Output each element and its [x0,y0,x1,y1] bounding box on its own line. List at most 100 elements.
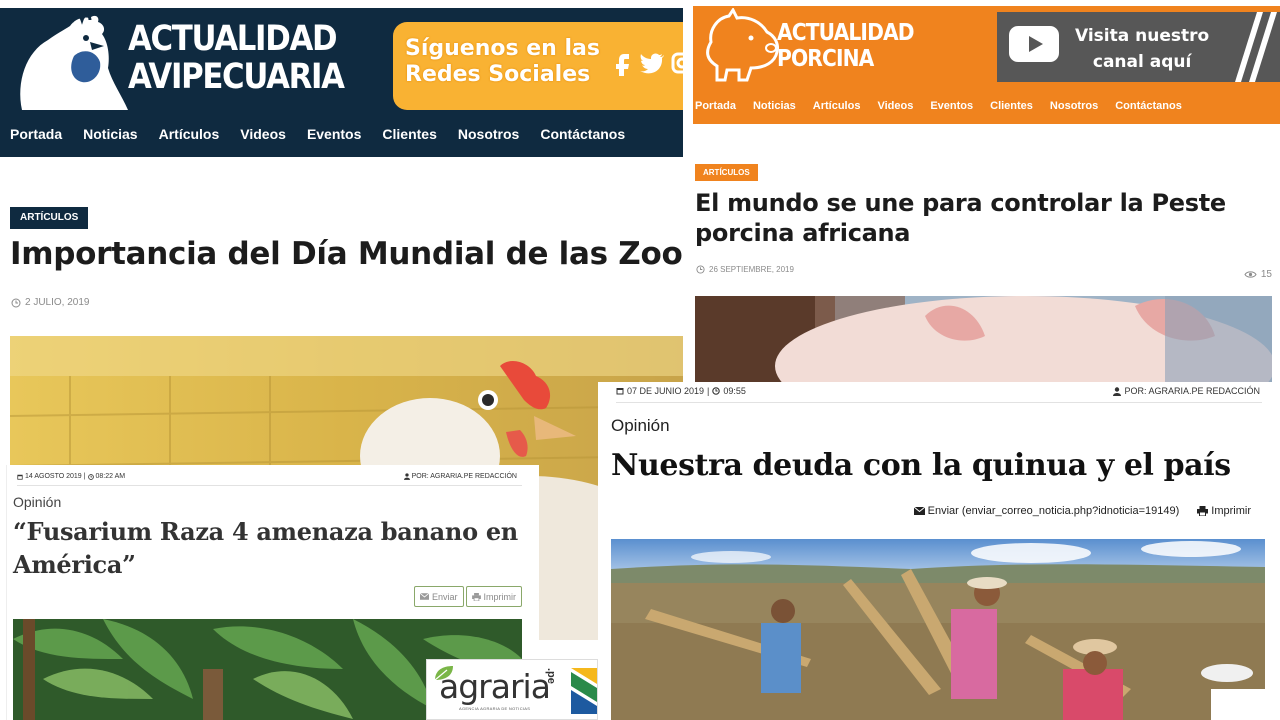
porcina-header: ACTUALIDAD PORCINA Visita nuestro canal … [693,6,1280,88]
agraria-flag-icon [571,668,597,714]
avipecuaria-nav: Portada Noticias Artículos Videos Evento… [0,110,683,157]
calendar-icon [17,474,23,480]
nav-nosotros[interactable]: Nosotros [1050,100,1098,112]
print-label: Imprimir [1211,505,1251,517]
clock-icon [11,298,21,307]
time-text: 08:22 AM [95,473,126,480]
facebook-icon[interactable] [611,50,633,76]
date-text: 26 SEPTIEMBRE, 2019 [709,265,794,274]
nav-noticias[interactable]: Noticias [83,126,137,142]
article-author: POR: AGRARIA.PE REDACCIÓN [1113,386,1260,396]
avipecuaria-brand[interactable]: ACTUALIDAD AVIPECUARIA [128,19,345,97]
clock-icon [87,473,94,480]
divider [17,485,522,486]
youtube-line-1: Visita nuestro [1075,26,1210,46]
social-line-2: Redes Sociales [405,62,591,87]
section-label: Opinión [611,416,670,435]
brand-line-2: AVIPECUARIA [128,57,345,97]
twitter-icon[interactable] [637,50,665,76]
article-meta: 07 DE JUNIO 2019 | 09:55 [616,386,746,396]
calendar-icon [616,388,624,395]
section-label: Opinión [13,494,62,510]
agraria-tagline: AGENCIA AGRARIA DE NOTICIAS [459,706,531,711]
printer-icon [1197,506,1209,516]
nav-articulos[interactable]: Artículos [159,126,220,142]
nav-nosotros[interactable]: Nosotros [458,126,519,142]
printer-icon [471,592,481,601]
category-badge[interactable]: ARTÍCULOS [695,164,758,181]
agraria-wordmark: agraria [439,667,551,706]
nav-videos[interactable]: Videos [240,126,286,142]
pig-logo-icon[interactable] [697,8,789,88]
time-text: 09:55 [723,386,746,396]
article-meta: 14 AGOSTO 2019 | 08:22 AM [17,473,125,480]
article-date: 2 JULIO, 2019 [11,297,89,308]
brand-line-1: ACTUALIDAD [777,20,915,46]
article-title: El mundo se une para controlar la Peste … [695,189,1226,247]
porcina-nav: Portada Noticias Artículos Videos Evento… [693,88,1280,124]
send-label: Enviar [431,591,458,602]
brand-line-1: ACTUALIDAD [128,19,338,59]
category-badge[interactable]: ARTÍCULOS [10,207,89,229]
views-text: 15 [1260,269,1272,280]
porcina-brand[interactable]: ACTUALIDAD PORCINA [777,20,915,72]
rooster-logo-icon[interactable] [12,12,130,112]
send-email-button[interactable]: Enviar [413,586,464,607]
nav-videos[interactable]: Videos [877,100,913,112]
pig-photo [695,296,1272,382]
instagram-icon[interactable] [671,50,683,76]
quinua-article-panel: 07 DE JUNIO 2019 | 09:55 POR: AGRARIA.PE… [598,382,1280,720]
nav-noticias[interactable]: Noticias [753,100,796,112]
eye-icon [1244,271,1257,278]
nav-contactanos[interactable]: Contáctanos [1115,100,1182,112]
nav-clientes[interactable]: Clientes [990,100,1033,112]
clock-icon [712,387,721,395]
social-banner-text: Síguenos en las Redes Sociales [405,36,600,88]
meta-separator: | [707,386,710,396]
article-title: Nuestra deuda con la quinua y el país [611,448,1231,483]
youtube-channel-banner[interactable]: Visita nuestro canal aquí [997,12,1280,82]
meta-separator: | [83,473,86,480]
send-label: Enviar (enviar_correo_noticia.php?idnoti… [927,505,1180,517]
divider [616,402,1262,403]
article-title: Importancia del Día Mundial de las Zoono… [10,236,683,272]
date-text: 2 JULIO, 2019 [25,297,90,308]
youtube-line-2: canal aquí [1092,52,1192,72]
agraria-domain-suffix: .pe [545,668,557,684]
clock-icon [696,265,705,274]
print-link[interactable]: Imprimir [1197,505,1251,517]
send-email-link[interactable]: Enviar (enviar_correo_noticia.php?idnoti… [913,505,1180,517]
nav-portada[interactable]: Portada [10,126,62,142]
print-label: Imprimir [483,591,517,602]
avipecuaria-header: ACTUALIDAD AVIPECUARIA Síguenos en las R… [0,8,683,112]
nav-clientes[interactable]: Clientes [382,126,436,142]
nav-portada[interactable]: Portada [695,100,736,112]
envelope-icon [913,507,925,515]
nav-articulos[interactable]: Artículos [813,100,861,112]
agraria-logo[interactable]: agraria AGENCIA AGRARIA DE NOTICIAS .pe [426,659,598,720]
user-icon [403,473,410,480]
youtube-play-icon [1009,26,1059,62]
date-text: 07 DE JUNIO 2019 [627,386,705,396]
date-text: 14 AGOSTO 2019 [25,473,82,480]
article-date: 26 SEPTIEMBRE, 2019 [696,265,794,274]
article-title: “Fusarium Raza 4 amenaza banano en Améri… [13,517,518,579]
nav-contactanos[interactable]: Contáctanos [540,126,625,142]
quinoa-harvest-photo [611,539,1265,720]
social-line-1: Síguenos en las [405,36,600,61]
view-count: 15 [1244,269,1272,280]
social-media-banner[interactable]: Síguenos en las Redes Sociales [393,22,683,110]
article-actions: Enviar Imprimir [413,586,522,607]
nav-eventos[interactable]: Eventos [307,126,361,142]
porcina-article-panel: ACTUALIDAD PORCINA Visita nuestro canal … [693,0,1280,382]
stripes-decoration-icon [1235,12,1277,82]
article-actions: Enviar (enviar_correo_noticia.php?idnoti… [913,505,1251,517]
user-icon [1113,386,1122,396]
print-button[interactable]: Imprimir [465,586,522,607]
article-author: POR: AGRARIA.PE REDACCIÓN [403,473,517,480]
envelope-icon [419,593,429,600]
nav-eventos[interactable]: Eventos [930,100,973,112]
author-text: POR: AGRARIA.PE REDACCIÓN [1124,386,1260,396]
author-text: POR: AGRARIA.PE REDACCIÓN [411,473,517,480]
youtube-banner-text: Visita nuestro canal aquí [1075,23,1209,75]
